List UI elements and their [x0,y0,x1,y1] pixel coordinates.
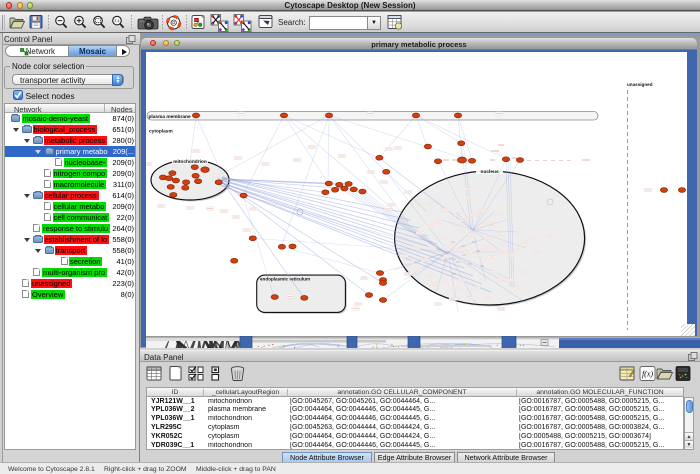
svg-text:cytoplasm: cytoplasm [149,129,173,135]
svg-text:plasma membrane: plasma membrane [149,114,191,120]
svg-text:nucleus: nucleus [481,169,499,175]
svg-text:f(x): f(x) [642,370,653,379]
svg-text:unassigned: unassigned [627,82,653,87]
svg-text:1:1: 1:1 [114,18,120,23]
svg-text:endoplasmic reticulum: endoplasmic reticulum [260,277,310,282]
